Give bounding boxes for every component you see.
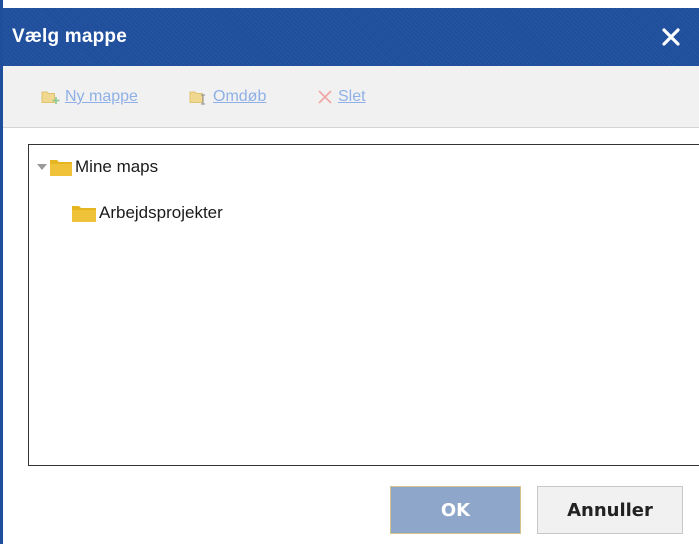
- cancel-button[interactable]: Annuller: [537, 486, 683, 534]
- rename-label: Omdøb: [213, 88, 267, 105]
- folder-tree: Mine maps Arbejdsprojekter: [28, 144, 699, 466]
- rename-icon: [189, 89, 209, 105]
- rename-button[interactable]: Omdøb: [189, 88, 266, 106]
- expand-arrow-icon[interactable]: [36, 161, 48, 173]
- choose-folder-dialog: Vælg mappe Ny mappe Omdøb Slet Mine maps…: [0, 0, 699, 544]
- tree-node-child[interactable]: Arbejdsprojekter: [71, 203, 223, 223]
- close-button[interactable]: [655, 21, 687, 53]
- dialog-title: Vælg mappe: [12, 26, 127, 47]
- tree-node-label: Arbejdsprojekter: [99, 203, 223, 222]
- delete-label: Slet: [338, 88, 366, 105]
- new-folder-icon: [41, 89, 61, 105]
- new-folder-label: Ny mappe: [65, 88, 138, 105]
- ok-button[interactable]: OK: [390, 486, 521, 534]
- delete-button[interactable]: Slet: [316, 88, 366, 106]
- close-icon: [662, 28, 680, 46]
- dialog-titlebar: Vælg mappe: [3, 8, 699, 66]
- folder-icon: [49, 157, 73, 177]
- tree-node-label: Mine maps: [75, 157, 159, 176]
- new-folder-button[interactable]: Ny mappe: [41, 88, 138, 106]
- delete-icon: [316, 89, 334, 105]
- folder-icon: [71, 203, 97, 223]
- tree-node-root[interactable]: Mine maps: [36, 157, 158, 177]
- folder-toolbar: Ny mappe Omdøb Slet: [3, 66, 699, 128]
